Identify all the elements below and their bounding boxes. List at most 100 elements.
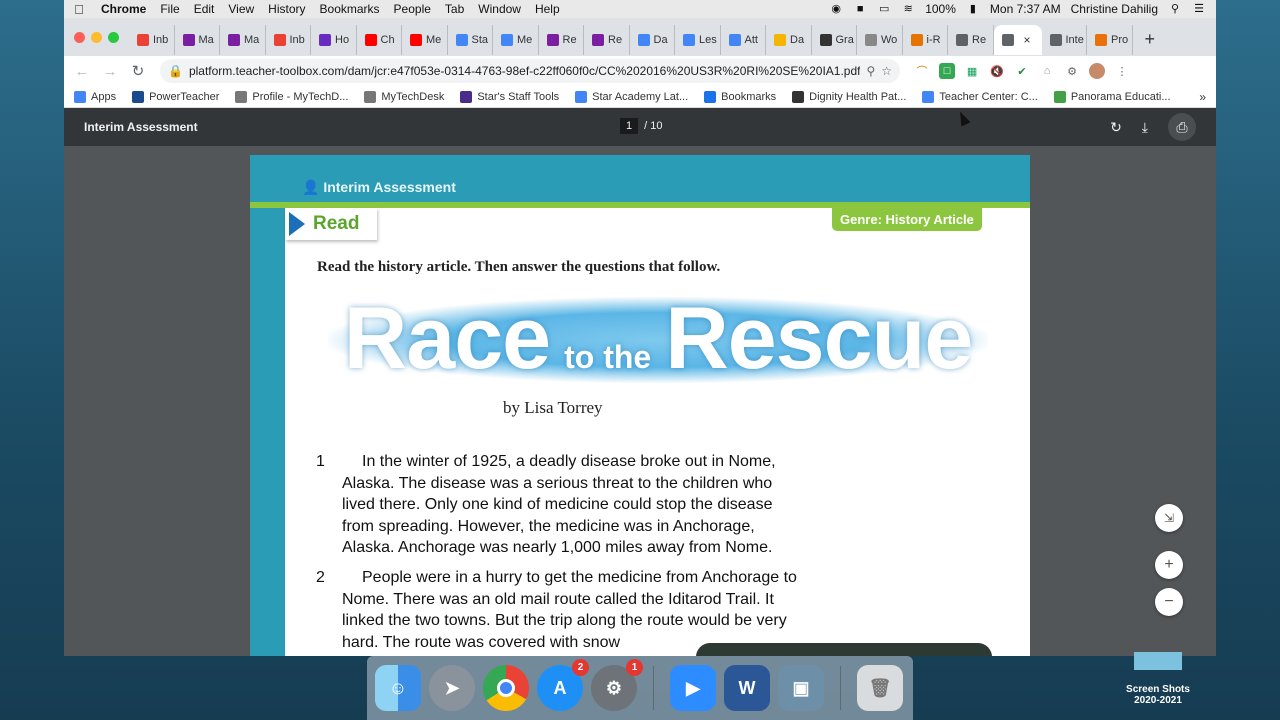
finder-icon[interactable]: ☺: [375, 665, 421, 711]
extension-green-box-icon[interactable]: □: [939, 63, 956, 79]
bookmark-item[interactable]: Teacher Center: C...: [922, 90, 1038, 103]
browser-tab[interactable]: Gra: [812, 25, 857, 55]
instructions: Read the history article. Then answer th…: [317, 259, 721, 275]
browser-tab[interactable]: Re: [584, 25, 630, 55]
bookmark-star-icon[interactable]: ☆: [881, 64, 892, 78]
article-title: Race to the Rescue: [328, 287, 988, 389]
bookmark-item[interactable]: Panorama Educati...: [1053, 90, 1171, 103]
browser-tab[interactable]: Me: [493, 25, 539, 55]
browser-tab[interactable]: Wo: [857, 25, 903, 55]
browser-tab[interactable]: Inb: [129, 25, 175, 55]
bookmark-item[interactable]: Star Academy Lat...: [575, 90, 688, 103]
wifi-icon[interactable]: ≋: [901, 3, 915, 15]
bookmark-item[interactable]: PowerTeacher: [132, 90, 219, 103]
print-icon[interactable]: ⎙: [1168, 113, 1196, 141]
preview-icon[interactable]: ▣: [778, 665, 824, 711]
extensions-puzzle-icon[interactable]: ⚙: [1064, 63, 1080, 79]
menu-window[interactable]: Window: [471, 2, 528, 16]
screen-shots-folder[interactable]: Screen Shots 2020-2021: [1118, 652, 1198, 706]
reload-icon[interactable]: ↻: [126, 59, 150, 83]
close-window-button[interactable]: [74, 31, 85, 43]
browser-tab[interactable]: Pro: [1087, 25, 1133, 55]
close-tab-icon[interactable]: ×: [1024, 33, 1031, 47]
zoom-window-button[interactable]: [108, 31, 119, 43]
forward-arrow-icon[interactable]: →: [98, 59, 122, 83]
bookmark-item[interactable]: Apps: [74, 90, 116, 103]
address-bar[interactable]: 🔒 platform.teacher-toolbox.com/dam/jcr:e…: [160, 59, 901, 83]
menu-bookmarks[interactable]: Bookmarks: [313, 2, 387, 16]
clock[interactable]: Mon 7:37 AM: [990, 2, 1061, 16]
browser-tab[interactable]: ×: [993, 25, 1042, 55]
more-bookmarks-chevron-icon[interactable]: »: [1199, 90, 1206, 104]
browser-tab[interactable]: Sta: [448, 25, 493, 55]
pdf-document-area[interactable]: 👤 Interim Assessment Read Genre: History…: [64, 146, 1216, 656]
bookmark-item[interactable]: Profile - MyTechD...: [235, 90, 348, 103]
fit-to-page-icon[interactable]: ⇲: [1155, 504, 1183, 532]
menu-view[interactable]: View: [221, 2, 261, 16]
back-arrow-icon[interactable]: ←: [70, 59, 94, 83]
browser-tab[interactable]: Re: [948, 25, 994, 55]
rotate-icon[interactable]: ↻: [1110, 119, 1122, 136]
user-name[interactable]: Christine Dahilig: [1071, 2, 1158, 16]
profile-avatar[interactable]: [1089, 63, 1106, 79]
url-text[interactable]: platform.teacher-toolbox.com/dam/jcr:e47…: [189, 64, 861, 78]
zoom-magnifier-icon[interactable]: ⚲: [866, 64, 875, 78]
browser-tab[interactable]: Ch: [357, 25, 402, 55]
battery-percent[interactable]: 100%: [925, 2, 956, 16]
extension-check-icon[interactable]: ✔: [1014, 63, 1030, 79]
zoom-icon[interactable]: ▶: [670, 665, 716, 711]
app-store-icon[interactable]: A2: [537, 659, 589, 711]
browser-tab[interactable]: Re: [539, 25, 584, 55]
spotlight-search-icon[interactable]: ⚲: [1168, 3, 1182, 15]
extension-sheets-icon[interactable]: ▦: [964, 63, 980, 79]
browser-tab[interactable]: Ma: [175, 25, 220, 55]
apple-menu-icon[interactable]: : [64, 2, 94, 17]
menu-people[interactable]: People: [387, 2, 438, 16]
menu-edit[interactable]: Edit: [187, 2, 222, 16]
zoom-in-icon[interactable]: +: [1155, 551, 1183, 579]
notification-center-icon[interactable]: ☰: [1192, 3, 1206, 15]
lock-icon[interactable]: 🔒: [168, 64, 183, 78]
bookmark-item[interactable]: Star's Staff Tools: [460, 90, 559, 103]
menu-chrome[interactable]: Chrome: [94, 2, 153, 16]
bookmark-item[interactable]: Dignity Health Pat...: [792, 90, 906, 103]
browser-tab[interactable]: Da: [630, 25, 675, 55]
new-tab-plus-icon[interactable]: +: [1133, 29, 1168, 50]
bookmark-item[interactable]: Bookmarks: [704, 90, 776, 103]
extension-mute-icon[interactable]: 🔇: [989, 63, 1005, 79]
chrome-icon[interactable]: [483, 665, 529, 711]
browser-tab[interactable]: Att: [721, 25, 766, 55]
menu-dots-icon[interactable]: ⋮: [1114, 63, 1130, 79]
browser-tab[interactable]: Me: [402, 25, 448, 55]
dock-separator: [653, 666, 654, 710]
launchpad-icon[interactable]: ➤: [429, 665, 475, 711]
globe-icon: [1049, 34, 1062, 46]
download-icon[interactable]: ⤓: [1142, 119, 1148, 136]
browser-tab[interactable]: Ma: [220, 25, 266, 55]
menu-help[interactable]: Help: [528, 2, 567, 16]
zoom-out-icon[interactable]: −: [1155, 588, 1183, 616]
menu-history[interactable]: History: [261, 2, 312, 16]
browser-tab[interactable]: Ho: [311, 25, 357, 55]
bookmark-item[interactable]: MyTechDesk: [364, 90, 444, 103]
extension-house-icon[interactable]: ⌂: [1039, 63, 1055, 79]
current-page-input[interactable]: 1: [620, 118, 639, 134]
system-preferences-icon[interactable]: ⚙ 1: [591, 659, 643, 711]
word-icon[interactable]: W: [724, 665, 770, 711]
status-app-icon[interactable]: ◉: [829, 3, 843, 15]
trash-icon[interactable]: 🗑: [857, 665, 903, 711]
shield-s-icon[interactable]: ■: [853, 3, 867, 15]
dock: ☺ ➤ A2 ⚙ 1 ▶ W ▣ 🗑: [367, 656, 913, 720]
airplay-icon[interactable]: ▭: [877, 3, 891, 15]
menu-tab[interactable]: Tab: [438, 2, 471, 16]
browser-tab[interactable]: Les: [675, 25, 721, 55]
browser-tab[interactable]: Inb: [266, 25, 311, 55]
browser-tab[interactable]: Da: [766, 25, 812, 55]
menu-file[interactable]: File: [153, 2, 186, 16]
browser-tab[interactable]: i-R: [903, 25, 948, 55]
battery-icon[interactable]: ▮: [966, 3, 980, 15]
gear-icon: [865, 34, 877, 46]
browser-tab[interactable]: Inte: [1042, 25, 1087, 55]
extension-rainbow-icon[interactable]: ⌒: [914, 63, 930, 79]
minimize-window-button[interactable]: [91, 31, 102, 43]
